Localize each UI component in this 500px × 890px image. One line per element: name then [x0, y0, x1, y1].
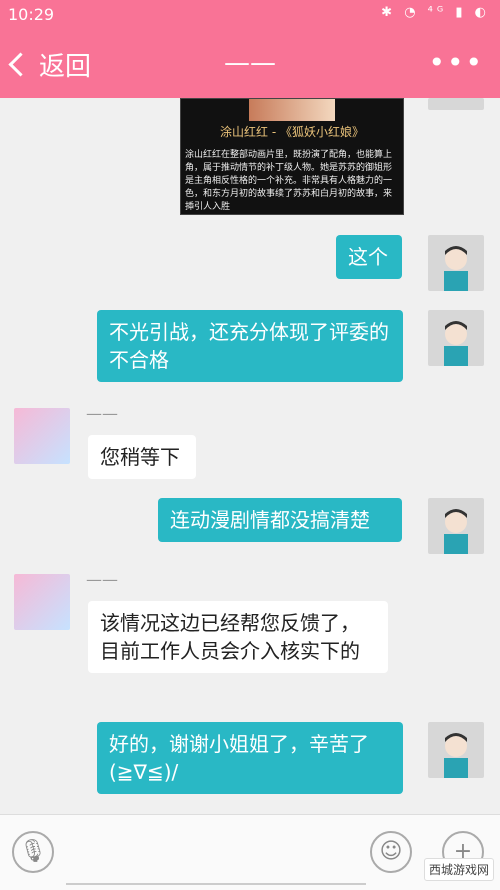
my-avatar[interactable] [428, 310, 484, 366]
chat-area[interactable]: 涂山红红 - 《狐妖小红娘》 涂山红红在整部动画片里，既扮演了配角，也能算上角，… [0, 98, 500, 814]
smiley-icon[interactable]: ☺ [370, 831, 412, 873]
status-icons: ✱ ◔ ⁴ᴳ ▮ ◐ [381, 5, 490, 20]
my-avatar[interactable] [428, 722, 484, 778]
avatar-icon [444, 246, 468, 291]
sender-name: —— [86, 570, 118, 589]
message-bubble[interactable]: 您稍等下 [88, 435, 196, 479]
card-image [249, 99, 335, 121]
my-avatar[interactable] [428, 98, 484, 110]
my-avatar[interactable] [428, 498, 484, 554]
more-options-button[interactable]: ••• [428, 46, 484, 79]
avatar-icon [444, 509, 468, 554]
status-time: 10:29 [8, 5, 55, 24]
sender-name: —— [86, 404, 118, 423]
message-bubble[interactable]: 这个 [336, 235, 402, 279]
message-bubble[interactable]: 连动漫剧情都没搞清楚 [158, 498, 402, 542]
agent-avatar[interactable] [14, 574, 70, 630]
avatar-icon [444, 321, 468, 366]
status-bar: 10:29 ✱ ◔ ⁴ᴳ ▮ ◐ [0, 0, 500, 28]
microphone-icon[interactable]: 🎙 [12, 831, 54, 873]
my-avatar[interactable] [428, 235, 484, 291]
card-description: 涂山红红在整部动画片里，既扮演了配角，也能算上角，属于推动情节的补丁级人物。她是… [185, 150, 393, 212]
app-bar: 返回 —— ••• [0, 28, 500, 98]
message-bubble[interactable]: 好的，谢谢小姐姐了，辛苦了(≧∇≦)/ [97, 722, 403, 794]
avatar-icon [444, 733, 468, 778]
card-title: 涂山红红 - 《狐妖小红娘》 [220, 125, 364, 139]
message-bubble[interactable]: 不光引战，还充分体现了评委的不合格 [97, 310, 403, 382]
watermark-logo: 西城游戏网 [423, 858, 494, 881]
shared-card[interactable]: 涂山红红 - 《狐妖小红娘》 涂山红红在整部动画片里，既扮演了配角，也能算上角，… [180, 98, 404, 215]
message-bubble[interactable]: 该情况这边已经帮您反馈了，目前工作人员会介入核实下的 [88, 601, 388, 673]
chat-title: —— [224, 48, 276, 78]
agent-avatar[interactable] [14, 408, 70, 464]
message-input[interactable] [66, 883, 366, 885]
